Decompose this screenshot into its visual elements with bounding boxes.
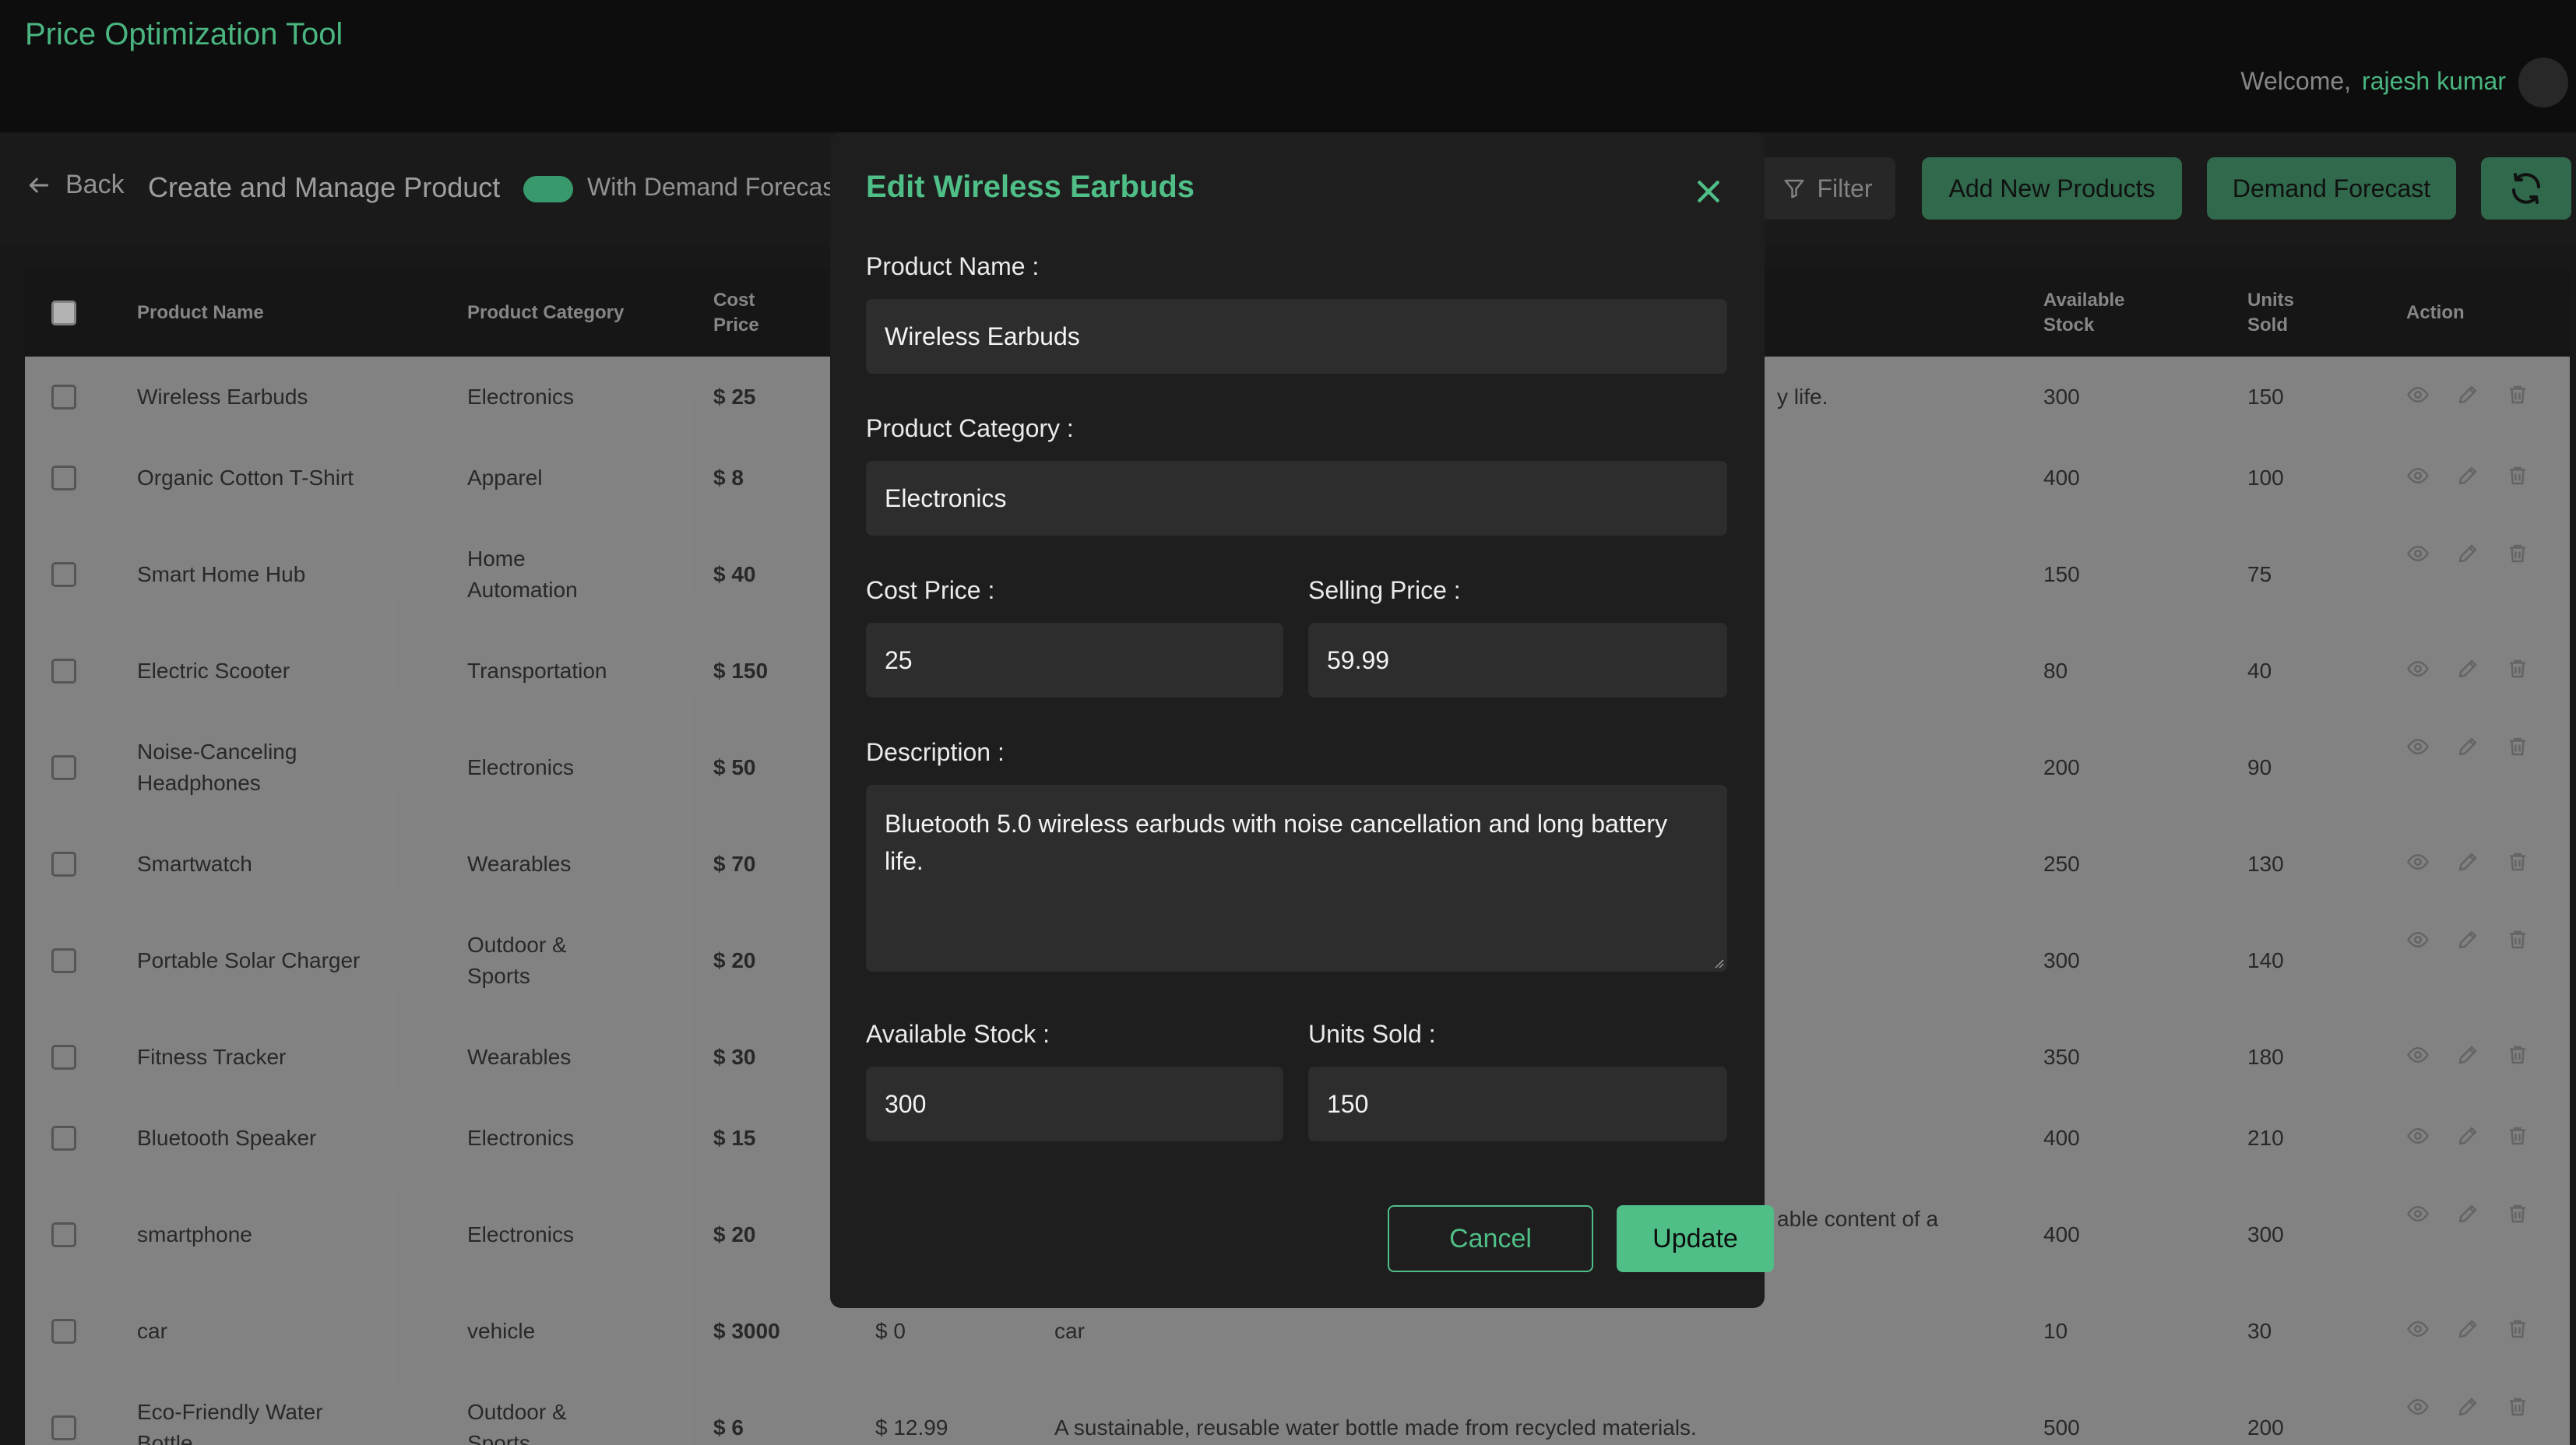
cost-price-input[interactable]	[866, 623, 1283, 698]
update-button[interactable]: Update	[1617, 1205, 1774, 1272]
cost-price-label: Cost Price :	[866, 576, 995, 604]
app-window: Price Optimization Tool Welcome, rajesh k…	[0, 0, 2576, 1445]
product-name-label: Product Name :	[866, 252, 1040, 280]
modal-title: Edit Wireless Earbuds	[866, 170, 1195, 204]
product-category-label: Product Category :	[866, 414, 1074, 442]
product-name-input[interactable]	[866, 299, 1727, 374]
product-category-input[interactable]	[866, 461, 1727, 536]
units-sold-label: Units Sold :	[1308, 1020, 1436, 1048]
close-icon[interactable]	[1693, 176, 1724, 207]
edit-product-modal: Edit Wireless Earbuds Product Name : Pro…	[830, 132, 1774, 1308]
units-sold-input[interactable]	[1308, 1067, 1727, 1141]
available-stock-label: Available Stock :	[866, 1020, 1050, 1048]
description-label: Description :	[866, 738, 1005, 766]
cancel-button[interactable]: Cancel	[1388, 1205, 1593, 1272]
description-textarea[interactable]: Bluetooth 5.0 wireless earbuds with nois…	[866, 785, 1727, 972]
available-stock-input[interactable]	[866, 1067, 1283, 1141]
resize-handle-icon[interactable]	[1712, 956, 1724, 969]
selling-price-label: Selling Price :	[1308, 576, 1461, 604]
selling-price-input[interactable]	[1308, 623, 1727, 698]
